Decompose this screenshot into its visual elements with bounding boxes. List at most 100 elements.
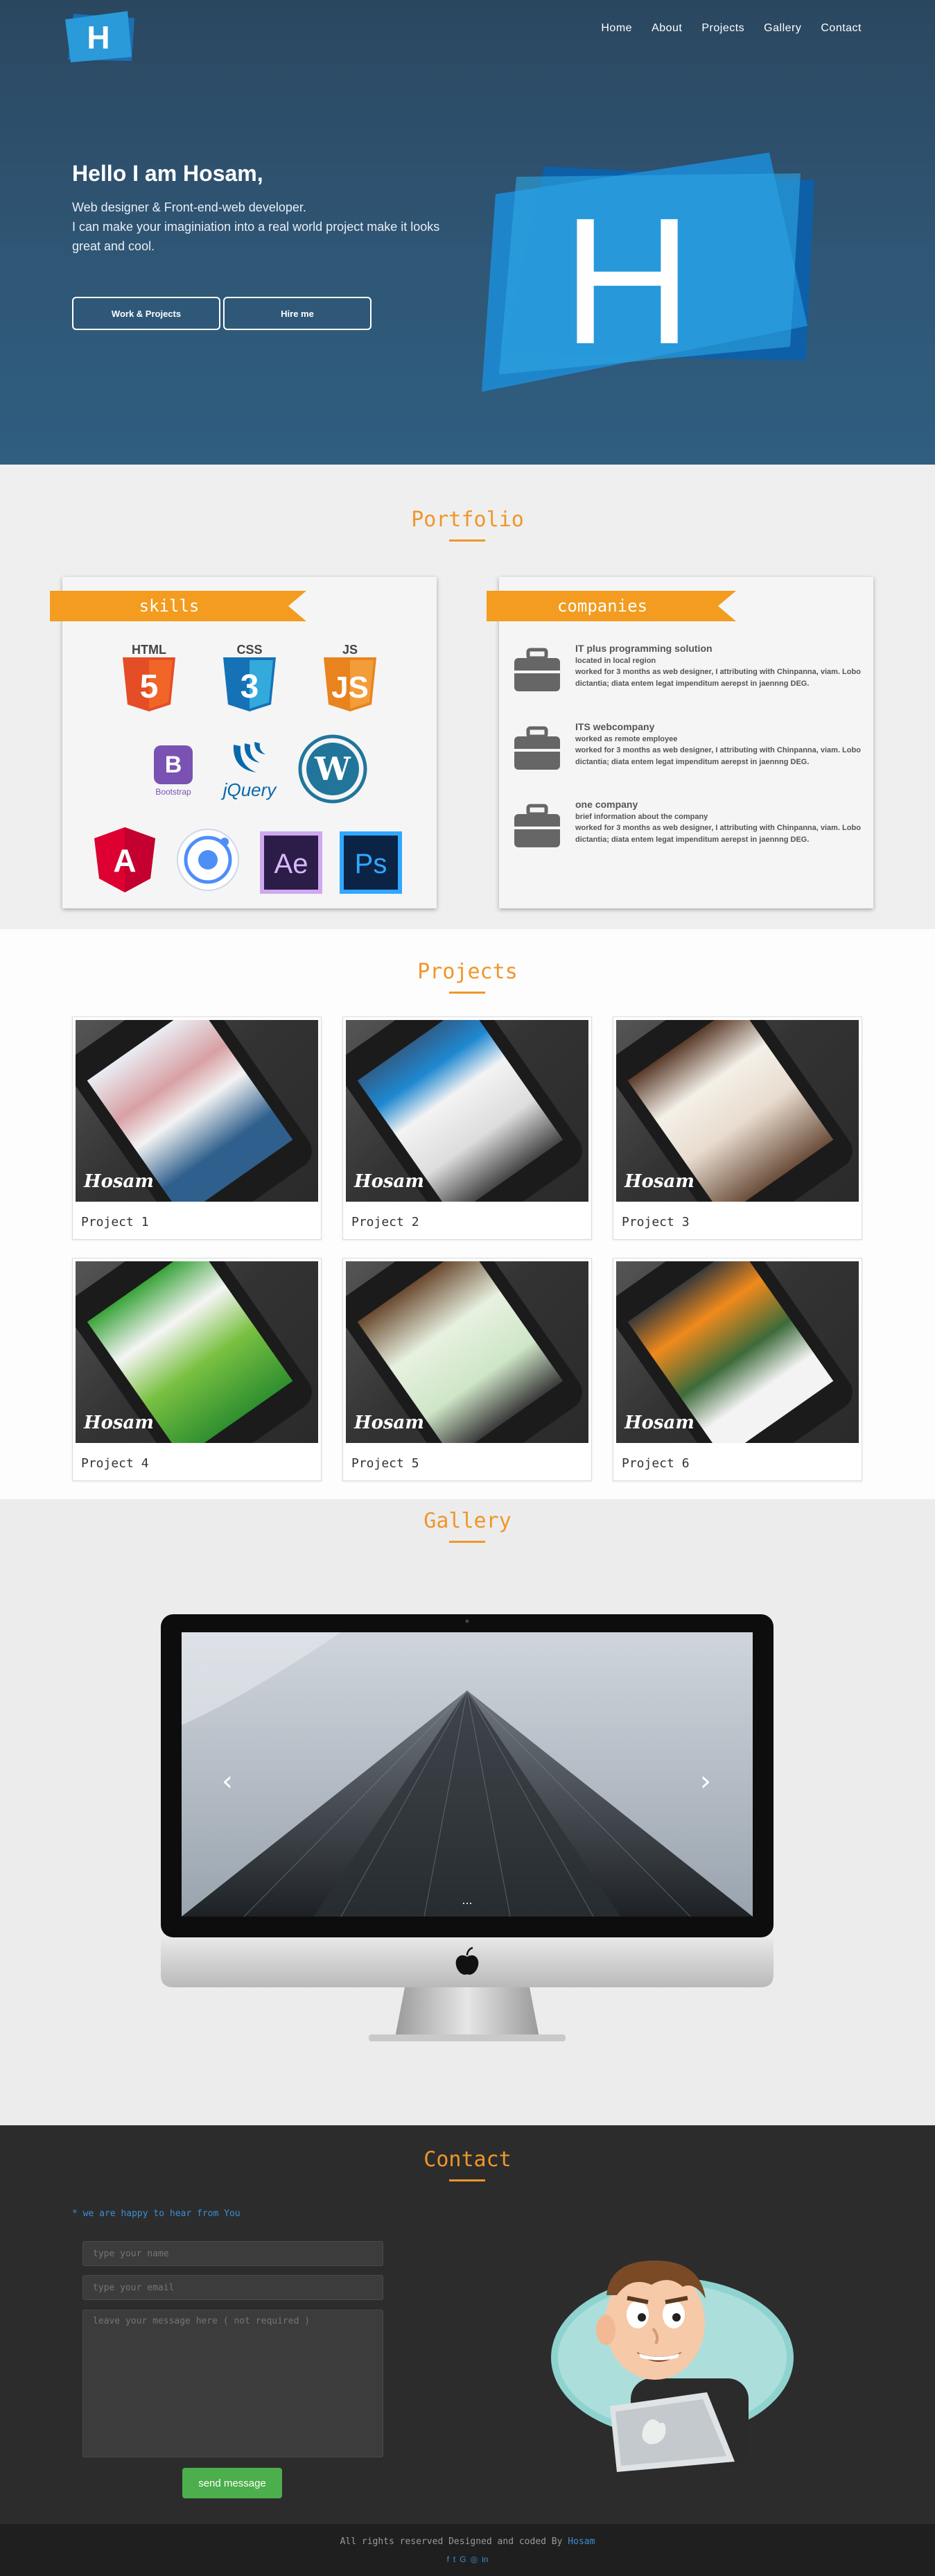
project-thumbnail: Hosam [346,1261,588,1443]
gallery-section: Gallery ‹ › ... [0,1499,935,2125]
ionic-icon [173,825,243,894]
hero-title: Hello I am Hosam, [72,161,263,186]
svg-text:H: H [562,181,692,382]
main-nav: Home About Projects Gallery Contact [601,22,862,35]
briefcase-icon [514,726,560,770]
project-card[interactable]: Hosam Project 5 [342,1258,592,1481]
jquery-icon: jQuery [211,731,288,807]
svg-text:H: H [87,19,110,55]
slider-dots[interactable]: ... [462,1894,472,1907]
social-links: f t G ◎ in [0,2555,935,2564]
css3-icon: CSS 3 [211,639,288,716]
companies-ribbon: companies [487,591,736,621]
send-message-button[interactable]: send message [182,2468,282,2498]
js-icon: JS JS [312,639,388,716]
portfolio-underline [449,539,485,542]
project-thumbnail: Hosam [76,1020,318,1202]
project-label: Project 5 [351,1456,419,1471]
html5-icon: HTML 5 [111,639,187,716]
company-role: located in local region [575,657,656,665]
company-desc: worked for 3 months as web designer, I a… [575,824,861,844]
project-card[interactable]: Hosam Project 6 [613,1258,862,1481]
wordpress-icon: W [295,731,371,807]
instagram-icon[interactable]: ◎ [471,2555,478,2564]
project-thumbnail: Hosam [616,1261,859,1443]
nav-gallery[interactable]: Gallery [764,22,801,35]
svg-text:Ps: Ps [355,849,387,879]
portfolio-title: Portfolio [411,508,524,532]
project-label: Project 1 [81,1215,149,1229]
nav-projects[interactable]: Projects [701,22,744,35]
gallery-title: Gallery [423,1509,512,1533]
contact-section: Contact * we are happy to hear from You … [0,2125,935,2524]
signature: Hosam [84,1412,154,1433]
work-projects-button[interactable]: Work & Projects [72,297,220,330]
email-input[interactable] [82,2275,383,2300]
name-input[interactable] [82,2241,383,2266]
message-textarea[interactable] [82,2310,383,2457]
hero-subtitle: Web designer & Front-end-web developer. … [72,198,460,256]
hire-me-button[interactable]: Hire me [223,297,372,330]
brand-logo[interactable]: H [64,8,137,64]
contact-underline [449,2179,485,2181]
linkedin-icon[interactable]: in [482,2555,488,2564]
skills-ribbon: skills [50,591,306,621]
contact-title: Contact [423,2147,512,2172]
nav-about[interactable]: About [652,22,682,35]
twitter-icon[interactable]: t [453,2555,455,2564]
project-thumbnail: Hosam [616,1020,859,1202]
project-card[interactable]: Hosam Project 2 [342,1017,592,1240]
gallery-underline [449,1541,485,1543]
angular-icon: A [90,825,159,894]
company-name: ITS webcompany [575,721,655,732]
svg-text:JS: JS [331,671,369,704]
company-desc: worked for 3 months as web designer, I a… [575,746,861,766]
svg-text:5: 5 [140,668,159,705]
signature: Hosam [354,1412,424,1433]
signature: Hosam [624,1412,694,1433]
company-item: IT plus programming solution located in … [513,643,873,705]
author-link[interactable]: Hosam [568,2536,595,2547]
footer: All rights reserved Designed and coded B… [0,2524,935,2576]
company-item: ITS webcompany worked as remote employee… [513,721,873,784]
portfolio-section: Portfolio skills HTML 5 CSS 3 JS JS B Bo… [0,465,935,929]
photoshop-icon: Ps [336,828,405,897]
project-label: Project 2 [351,1215,419,1229]
nav-contact[interactable]: Contact [821,22,862,35]
signature: Hosam [624,1171,694,1192]
svg-text:Ae: Ae [274,849,308,879]
project-thumbnail: Hosam [346,1020,588,1202]
copyright: All rights reserved Designed and coded B… [340,2536,595,2547]
company-name: IT plus programming solution [575,643,713,654]
signature: Hosam [84,1171,154,1192]
project-card[interactable]: Hosam Project 3 [613,1017,862,1240]
company-role: worked as remote employee [575,735,678,743]
brand-logo-large: H [482,153,814,392]
google-icon[interactable]: G [460,2555,466,2564]
project-card[interactable]: Hosam Project 4 [72,1258,322,1481]
projects-title: Projects [417,960,518,984]
company-role: brief information about the company [575,813,708,821]
slider-next-arrow[interactable]: › [700,1765,711,1797]
project-label: Project 3 [622,1215,690,1229]
slider-prev-arrow[interactable]: ‹ [222,1765,233,1797]
companies-card: companies IT plus programming solution l… [487,577,873,908]
nav-home[interactable]: Home [601,22,632,35]
company-item: one company brief information about the … [513,799,873,861]
contact-note: * we are happy to hear from You [72,2208,241,2219]
hero-line-2: I can make your imaginiation into a real… [72,220,440,253]
projects-underline [449,992,485,994]
project-card[interactable]: Hosam Project 1 [72,1017,322,1240]
company-name: one company [575,799,638,810]
company-desc: worked for 3 months as web designer, I a… [575,668,861,688]
bootstrap-icon: B Bootstrap [142,736,204,806]
svg-text:3: 3 [241,668,259,705]
after-effects-icon: Ae [256,828,326,897]
project-thumbnail: Hosam [76,1261,318,1443]
skills-card: skills HTML 5 CSS 3 JS JS B Bootstrap jQ… [50,577,437,908]
project-label: Project 4 [81,1456,149,1471]
projects-section: Projects Hosam Project 1 Hosam Project 2… [0,929,935,1499]
facebook-icon[interactable]: f [447,2555,449,2564]
developer-illustration [551,2261,794,2472]
project-label: Project 6 [622,1456,690,1471]
